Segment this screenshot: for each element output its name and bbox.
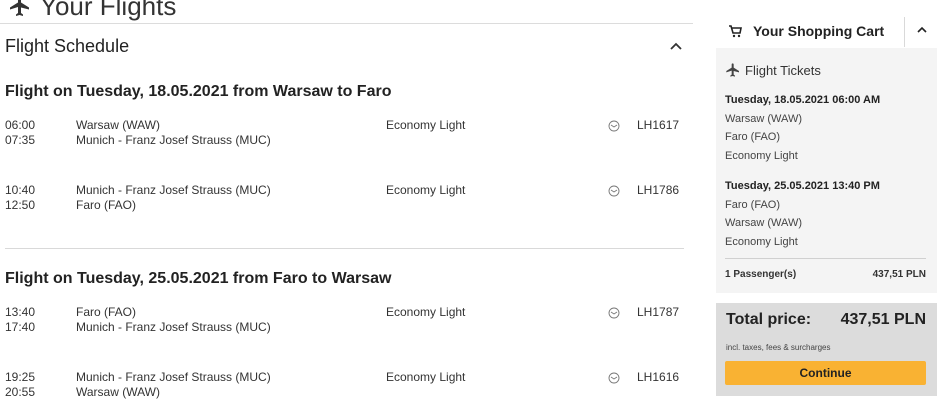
departure-airport: Warsaw (WAW) xyxy=(76,118,160,132)
airline-logo-icon xyxy=(608,307,620,319)
arrival-time: 17:40 xyxy=(5,320,36,334)
passengers-row: 1 Passenger(s) 437,51 PLN xyxy=(725,269,926,280)
chevron-up-icon[interactable] xyxy=(669,39,683,53)
segment-airports: Munich - Franz Josef Strauss (MUC) Faro … xyxy=(76,183,271,213)
cabin-class: Economy Light xyxy=(386,305,466,319)
page-title: Your Flights xyxy=(0,0,176,22)
airline-logo-icon xyxy=(608,185,620,197)
cabin-class: Economy Light xyxy=(386,370,466,384)
airline-logo-icon xyxy=(608,372,620,384)
airplane-icon xyxy=(10,0,29,16)
shopping-cart-header: Your Shopping Cart xyxy=(716,14,937,49)
shopping-cart-title: Your Shopping Cart xyxy=(753,23,885,39)
departure-airport: Munich - Franz Josef Strauss (MUC) xyxy=(76,183,271,197)
segment-airports: Munich - Franz Josef Strauss (MUC) Warsa… xyxy=(76,370,271,400)
passengers-price: 437,51 PLN xyxy=(872,269,926,280)
shopping-cart-panel xyxy=(716,48,937,293)
total-price-label: Total price: xyxy=(726,311,812,328)
flight-schedule-title: Flight Schedule xyxy=(5,35,130,56)
trip-datetime: Tuesday, 18.05.2021 06:00 AM xyxy=(725,94,881,106)
flight-heading-outbound: Flight on Tuesday, 18.05.2021 from Warsa… xyxy=(5,83,392,100)
arrival-airport: Munich - Franz Josef Strauss (MUC) xyxy=(76,320,271,334)
page-title-text: Your Flights xyxy=(40,0,177,21)
chevron-up-icon xyxy=(917,26,927,33)
trip-from: Faro (FAO) xyxy=(725,198,781,211)
departure-airport: Faro (FAO) xyxy=(76,305,137,319)
arrival-time: 12:50 xyxy=(5,198,36,212)
shopping-cart-icon xyxy=(729,25,742,38)
flight-tickets-text: Flight Tickets xyxy=(745,62,821,78)
cart-collapse-button[interactable] xyxy=(907,15,937,45)
divider xyxy=(725,258,926,259)
flight-tickets-label: Flight Tickets xyxy=(725,62,821,78)
segment-times: 10:40 12:50 xyxy=(5,183,35,213)
segment-airports: Faro (FAO) Munich - Franz Josef Strauss … xyxy=(76,305,271,335)
divider xyxy=(5,248,684,249)
arrival-airport: Faro (FAO) xyxy=(76,198,137,212)
flight-segment: 10:40 12:50 Munich - Franz Josef Strauss… xyxy=(5,183,685,219)
continue-button[interactable]: Continue xyxy=(725,361,926,385)
arrival-time: 20:55 xyxy=(5,385,36,399)
arrival-airport: Munich - Franz Josef Strauss (MUC) xyxy=(76,133,271,147)
segment-times: 19:25 20:55 xyxy=(5,370,35,400)
departure-time: 19:25 xyxy=(5,370,36,384)
trip-to: Faro (FAO) xyxy=(725,131,781,144)
trip-to: Warsaw (WAW) xyxy=(725,217,802,230)
arrival-time: 07:35 xyxy=(5,133,36,147)
airline-logo-icon xyxy=(608,120,620,132)
segment-airports: Warsaw (WAW) Munich - Franz Josef Straus… xyxy=(76,118,271,148)
departure-time: 06:00 xyxy=(5,118,36,132)
trip-from: Warsaw (WAW) xyxy=(725,112,802,125)
trip-fare: Economy Light xyxy=(725,235,798,248)
departure-time: 13:40 xyxy=(5,305,36,319)
flight-schedule-header[interactable]: Flight Schedule xyxy=(5,34,683,58)
trip-datetime: Tuesday, 25.05.2021 13:40 PM xyxy=(725,180,880,192)
segment-times: 06:00 07:35 xyxy=(5,118,35,148)
cart-trip: Tuesday, 18.05.2021 06:00 AM Warsaw (WAW… xyxy=(725,91,880,165)
segment-times: 13:40 17:40 xyxy=(5,305,35,335)
total-price-row: Total price: 437,51 PLN xyxy=(726,311,926,329)
airplane-icon xyxy=(726,63,739,77)
cart-trip: Tuesday, 25.05.2021 13:40 PM Faro (FAO) … xyxy=(725,177,880,251)
arrival-airport: Warsaw (WAW) xyxy=(76,385,160,399)
total-price-value: 437,51 PLN xyxy=(840,311,926,328)
departure-time: 10:40 xyxy=(5,183,36,197)
divider xyxy=(904,17,905,47)
departure-airport: Munich - Franz Josef Strauss (MUC) xyxy=(76,370,271,384)
flight-heading-return: Flight on Tuesday, 25.05.2021 from Faro … xyxy=(5,270,392,287)
flight-number: LH1617 xyxy=(637,118,680,132)
flight-number: LH1787 xyxy=(637,305,680,319)
flight-number: LH1786 xyxy=(637,183,680,197)
tax-note: incl. taxes, fees & surcharges xyxy=(726,343,831,352)
divider xyxy=(0,23,693,24)
trip-fare: Economy Light xyxy=(725,149,798,162)
passengers-label: 1 Passenger(s) xyxy=(725,269,797,280)
flight-number: LH1616 xyxy=(637,370,680,384)
cabin-class: Economy Light xyxy=(386,183,466,197)
flight-segment: 13:40 17:40 Faro (FAO) Munich - Franz Jo… xyxy=(5,305,685,341)
flight-segment: 19:25 20:55 Munich - Franz Josef Strauss… xyxy=(5,370,685,406)
cabin-class: Economy Light xyxy=(386,118,466,132)
flight-segment: 06:00 07:35 Warsaw (WAW) Munich - Franz … xyxy=(5,118,685,154)
